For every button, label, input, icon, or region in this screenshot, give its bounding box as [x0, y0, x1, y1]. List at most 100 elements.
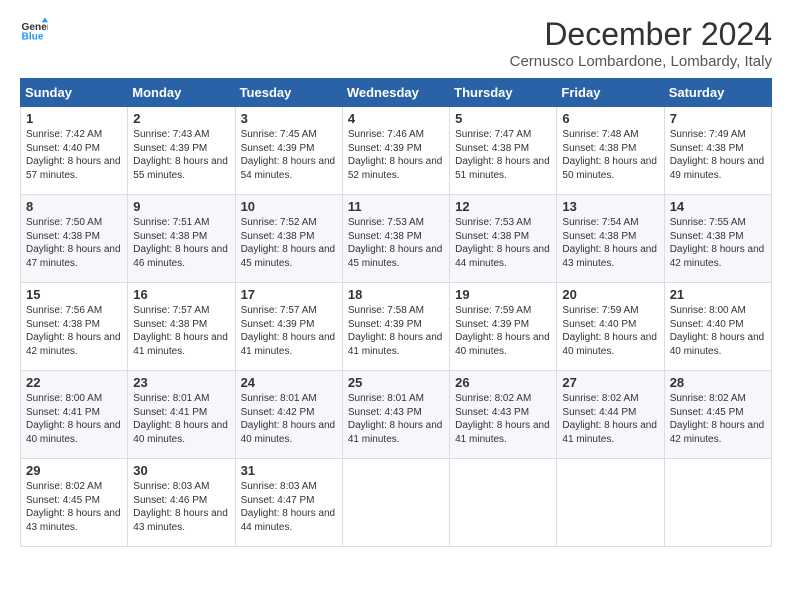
- day-number: 12: [455, 199, 551, 214]
- day-number: 8: [26, 199, 122, 214]
- day-number: 2: [133, 111, 229, 126]
- cell-info: Sunrise: 7:50 AMSunset: 4:38 PMDaylight:…: [26, 217, 121, 269]
- calendar-week-row: 29 Sunrise: 8:02 AMSunset: 4:45 PMDayligh…: [21, 459, 772, 547]
- calendar-day-cell: 29 Sunrise: 8:02 AMSunset: 4:45 PMDayligh…: [21, 459, 128, 547]
- calendar-day-cell: 12 Sunrise: 7:53 AMSunset: 4:38 PMDayligh…: [450, 195, 557, 283]
- cell-info: Sunrise: 7:47 AMSunset: 4:38 PMDaylight:…: [455, 129, 550, 181]
- calendar-day-cell: 10 Sunrise: 7:52 AMSunset: 4:38 PMDayligh…: [235, 195, 342, 283]
- calendar-day-cell: 26 Sunrise: 8:02 AMSunset: 4:43 PMDayligh…: [450, 371, 557, 459]
- weekday-header-cell: Sunday: [21, 79, 128, 107]
- calendar-day-cell: 6 Sunrise: 7:48 AMSunset: 4:38 PMDaylight…: [557, 107, 664, 195]
- cell-info: Sunrise: 7:57 AMSunset: 4:38 PMDaylight:…: [133, 305, 228, 357]
- calendar-day-cell: 22Sunrise: 8:00 AMSunset: 4:41 PMDayligh…: [21, 371, 128, 459]
- calendar-day-cell: 30Sunrise: 8:03 AMSunset: 4:46 PMDayligh…: [128, 459, 235, 547]
- page-header: General Blue December 2024 Cernusco Lomb…: [20, 16, 772, 70]
- cell-info: Sunrise: 7:48 AMSunset: 4:38 PMDaylight:…: [562, 129, 657, 181]
- logo: General Blue: [20, 16, 48, 44]
- calendar-day-cell: 2 Sunrise: 7:43 AMSunset: 4:39 PMDaylight…: [128, 107, 235, 195]
- calendar-day-cell: 14 Sunrise: 7:55 AMSunset: 4:38 PMDayligh…: [664, 195, 771, 283]
- cell-info: Sunrise: 7:43 AMSunset: 4:39 PMDaylight:…: [133, 129, 228, 181]
- calendar-day-cell: [450, 459, 557, 547]
- weekday-header-cell: Tuesday: [235, 79, 342, 107]
- cell-info: Sunrise: 7:42 AMSunset: 4:40 PMDaylight:…: [26, 129, 121, 181]
- cell-info: Sunrise: 7:53 AMSunset: 4:38 PMDaylight:…: [455, 217, 550, 269]
- cell-info: Sunrise: 7:49 AMSunset: 4:38 PMDaylight:…: [670, 129, 765, 181]
- cell-info: Sunrise: 7:59 AMSunset: 4:40 PMDaylight:…: [562, 305, 657, 357]
- cell-info: Sunrise: 8:01 AMSunset: 4:42 PMDaylight:…: [241, 393, 336, 445]
- title-block: December 2024 Cernusco Lombardone, Lomba…: [510, 16, 772, 70]
- calendar-day-cell: 1 Sunrise: 7:42 AMSunset: 4:40 PMDaylight…: [21, 107, 128, 195]
- cell-info: Sunrise: 8:02 AMSunset: 4:43 PMDaylight:…: [455, 393, 550, 445]
- calendar-day-cell: 28Sunrise: 8:02 AMSunset: 4:45 PMDayligh…: [664, 371, 771, 459]
- calendar-day-cell: 4Sunrise: 7:46 AMSunset: 4:39 PMDaylight…: [342, 107, 449, 195]
- calendar-day-cell: 27Sunrise: 8:02 AMSunset: 4:44 PMDayligh…: [557, 371, 664, 459]
- day-number: 16: [133, 287, 229, 302]
- day-number: 21: [670, 287, 766, 302]
- day-number: 9: [133, 199, 229, 214]
- calendar-day-cell: 17 Sunrise: 7:57 AMSunset: 4:39 PMDayligh…: [235, 283, 342, 371]
- cell-info: Sunrise: 8:00 AMSunset: 4:41 PMDaylight:…: [26, 393, 121, 445]
- cell-info: Sunrise: 7:45 AMSunset: 4:39 PMDaylight:…: [241, 129, 336, 181]
- day-number: 17: [241, 287, 337, 302]
- day-number: 3: [241, 111, 337, 126]
- day-number: 10: [241, 199, 337, 214]
- cell-info: Sunrise: 8:02 AMSunset: 4:45 PMDaylight:…: [26, 481, 121, 533]
- cell-info: Sunrise: 7:52 AMSunset: 4:38 PMDaylight:…: [241, 217, 336, 269]
- calendar-day-cell: 23 Sunrise: 8:01 AMSunset: 4:41 PMDayligh…: [128, 371, 235, 459]
- cell-info: Sunrise: 8:01 AMSunset: 4:43 PMDaylight:…: [348, 393, 443, 445]
- day-number: 11: [348, 199, 444, 214]
- calendar-day-cell: 15Sunrise: 7:56 AMSunset: 4:38 PMDayligh…: [21, 283, 128, 371]
- day-number: 20: [562, 287, 658, 302]
- weekday-header-cell: Wednesday: [342, 79, 449, 107]
- cell-info: Sunrise: 8:00 AMSunset: 4:40 PMDaylight:…: [670, 305, 765, 357]
- calendar-day-cell: [557, 459, 664, 547]
- location: Cernusco Lombardone, Lombardy, Italy: [510, 53, 772, 70]
- calendar-day-cell: 11 Sunrise: 7:53 AMSunset: 4:38 PMDayligh…: [342, 195, 449, 283]
- day-number: 19: [455, 287, 551, 302]
- day-number: 7: [670, 111, 766, 126]
- day-number: 6: [562, 111, 658, 126]
- calendar-day-cell: 31 Sunrise: 8:03 AMSunset: 4:47 PMDayligh…: [235, 459, 342, 547]
- cell-info: Sunrise: 7:53 AMSunset: 4:38 PMDaylight:…: [348, 217, 443, 269]
- day-number: 18: [348, 287, 444, 302]
- calendar-week-row: 15Sunrise: 7:56 AMSunset: 4:38 PMDayligh…: [21, 283, 772, 371]
- cell-info: Sunrise: 7:51 AMSunset: 4:38 PMDaylight:…: [133, 217, 228, 269]
- calendar-body: 1 Sunrise: 7:42 AMSunset: 4:40 PMDaylight…: [21, 107, 772, 547]
- day-number: 28: [670, 375, 766, 390]
- day-number: 23: [133, 375, 229, 390]
- weekday-header-cell: Saturday: [664, 79, 771, 107]
- calendar-day-cell: 9 Sunrise: 7:51 AMSunset: 4:38 PMDaylight…: [128, 195, 235, 283]
- day-number: 26: [455, 375, 551, 390]
- calendar-week-row: 1 Sunrise: 7:42 AMSunset: 4:40 PMDaylight…: [21, 107, 772, 195]
- calendar-day-cell: 7 Sunrise: 7:49 AMSunset: 4:38 PMDaylight…: [664, 107, 771, 195]
- calendar-day-cell: 18 Sunrise: 7:58 AMSunset: 4:39 PMDayligh…: [342, 283, 449, 371]
- weekday-header-row: SundayMondayTuesdayWednesdayThursdayFrid…: [21, 79, 772, 107]
- logo-icon: General Blue: [20, 16, 48, 44]
- weekday-header-cell: Thursday: [450, 79, 557, 107]
- cell-info: Sunrise: 7:57 AMSunset: 4:39 PMDaylight:…: [241, 305, 336, 357]
- day-number: 29: [26, 463, 122, 478]
- day-number: 25: [348, 375, 444, 390]
- calendar-day-cell: 3 Sunrise: 7:45 AMSunset: 4:39 PMDaylight…: [235, 107, 342, 195]
- svg-text:Blue: Blue: [22, 31, 44, 42]
- cell-info: Sunrise: 8:03 AMSunset: 4:47 PMDaylight:…: [241, 481, 336, 533]
- cell-info: Sunrise: 7:55 AMSunset: 4:38 PMDaylight:…: [670, 217, 765, 269]
- day-number: 31: [241, 463, 337, 478]
- cell-info: Sunrise: 7:58 AMSunset: 4:39 PMDaylight:…: [348, 305, 443, 357]
- cell-info: Sunrise: 8:01 AMSunset: 4:41 PMDaylight:…: [133, 393, 228, 445]
- calendar-day-cell: 21 Sunrise: 8:00 AMSunset: 4:40 PMDayligh…: [664, 283, 771, 371]
- day-number: 13: [562, 199, 658, 214]
- calendar-day-cell: [664, 459, 771, 547]
- calendar-day-cell: 25 Sunrise: 8:01 AMSunset: 4:43 PMDayligh…: [342, 371, 449, 459]
- day-number: 14: [670, 199, 766, 214]
- calendar-week-row: 8 Sunrise: 7:50 AMSunset: 4:38 PMDaylight…: [21, 195, 772, 283]
- cell-info: Sunrise: 8:02 AMSunset: 4:44 PMDaylight:…: [562, 393, 657, 445]
- calendar-day-cell: 24Sunrise: 8:01 AMSunset: 4:42 PMDayligh…: [235, 371, 342, 459]
- calendar-table: SundayMondayTuesdayWednesdayThursdayFrid…: [20, 78, 772, 547]
- day-number: 5: [455, 111, 551, 126]
- cell-info: Sunrise: 7:54 AMSunset: 4:38 PMDaylight:…: [562, 217, 657, 269]
- day-number: 1: [26, 111, 122, 126]
- calendar-day-cell: 13 Sunrise: 7:54 AMSunset: 4:38 PMDayligh…: [557, 195, 664, 283]
- day-number: 30: [133, 463, 229, 478]
- calendar-day-cell: 19Sunrise: 7:59 AMSunset: 4:39 PMDayligh…: [450, 283, 557, 371]
